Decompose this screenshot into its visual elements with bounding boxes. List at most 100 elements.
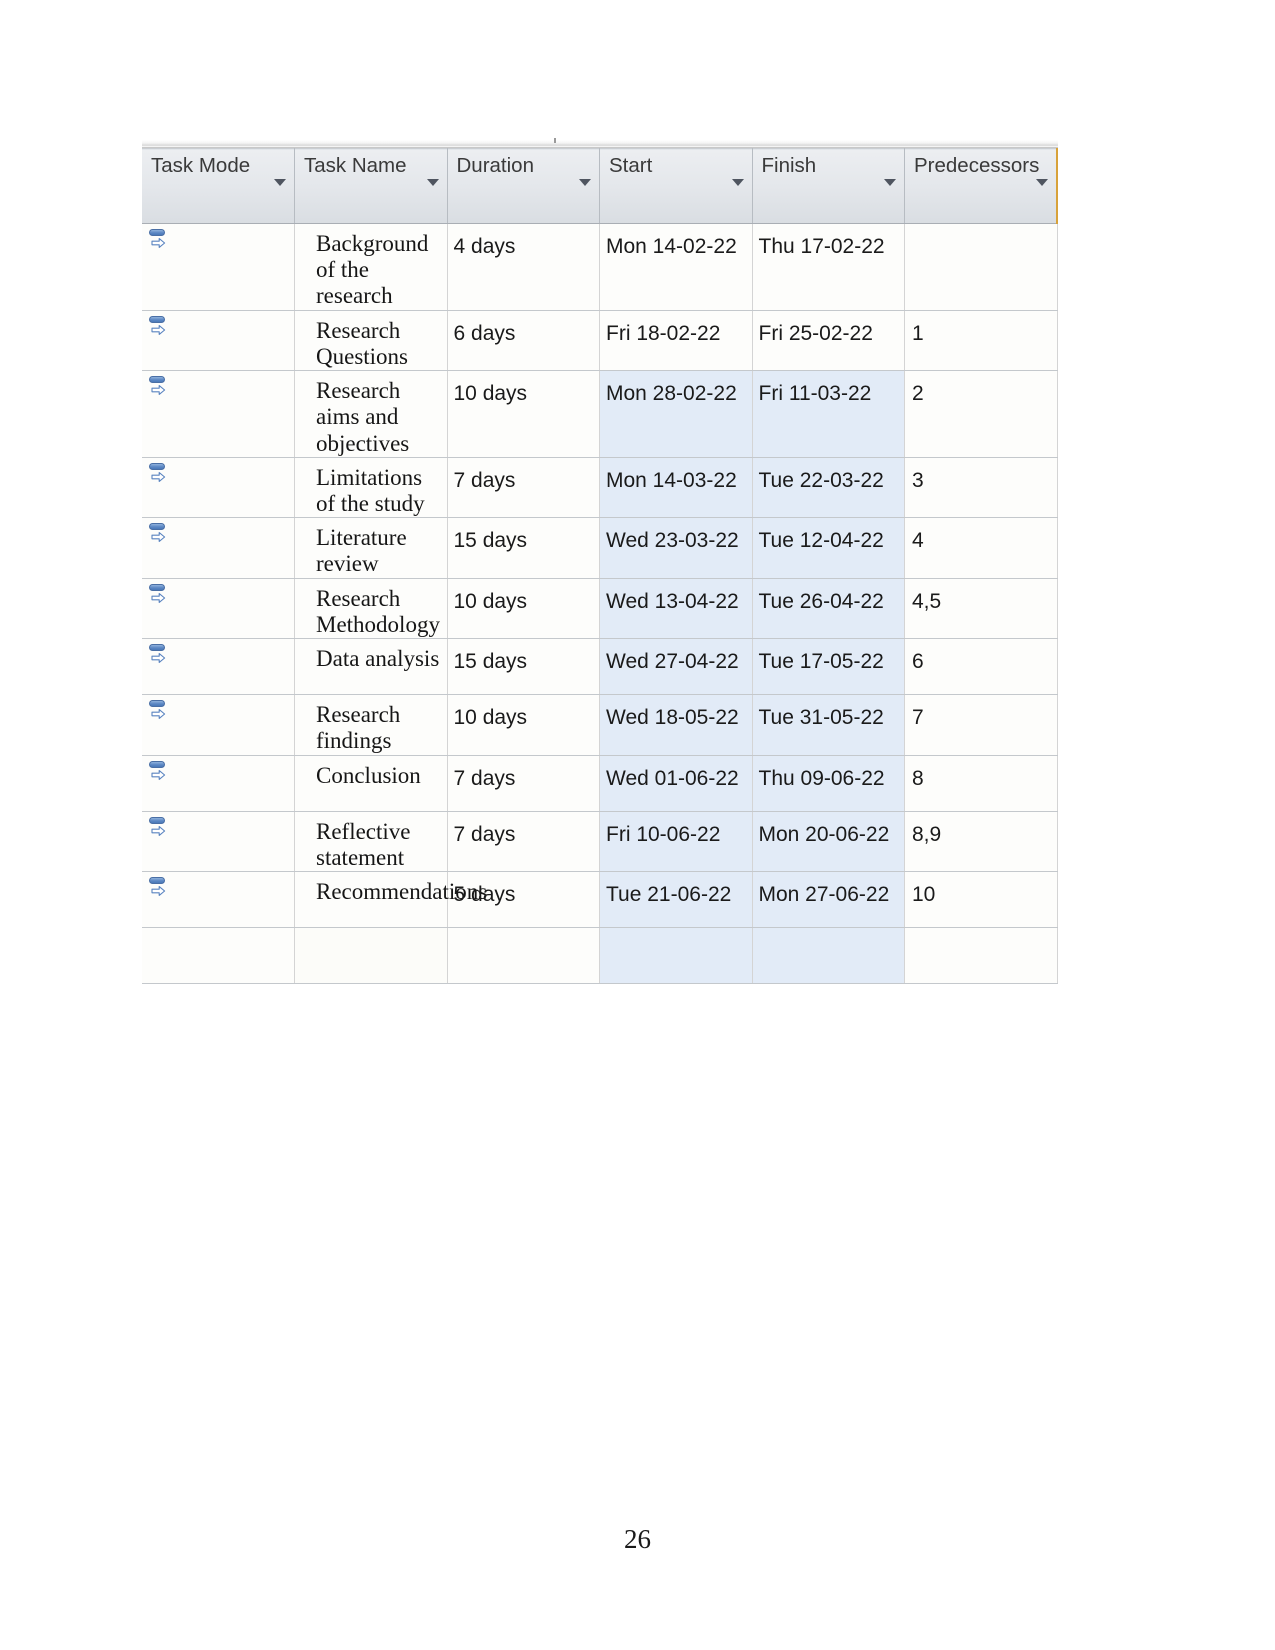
manually-scheduled-icon-arrow xyxy=(151,238,166,248)
cell-finish[interactable]: Mon 20-06-22 xyxy=(752,811,905,872)
cell-task-mode[interactable] xyxy=(142,871,295,928)
table-row[interactable]: Research Methodology 10 days Wed 13-04-22 T… xyxy=(142,578,1058,640)
manually-scheduled-icon xyxy=(148,522,170,544)
cell-task-mode[interactable] xyxy=(142,517,295,579)
table-row[interactable]: Conclusion 7 days Wed 01-06-22 Thu 09-06-22… xyxy=(142,755,1058,812)
table-row[interactable]: Background of the research 4 days Mon 14-0… xyxy=(142,223,1058,311)
cell-finish[interactable]: Fri 25-02-22 xyxy=(752,310,905,372)
column-header-task-name[interactable]: Task Name xyxy=(294,148,448,224)
cell-start[interactable]: Wed 27-04-22 xyxy=(599,638,753,696)
cell-finish[interactable]: Tue 26-04-22 xyxy=(752,578,905,640)
cell-finish[interactable] xyxy=(752,927,905,984)
manually-scheduled-icon-arrow xyxy=(151,769,166,780)
column-header-predecessors[interactable]: Predecessors xyxy=(904,148,1058,224)
cell-duration[interactable]: 10 days xyxy=(447,578,600,640)
cell-finish[interactable]: Tue 12-04-22 xyxy=(752,517,905,579)
cell-predecessors[interactable]: 7 xyxy=(904,694,1058,756)
filter-arrow-icon[interactable] xyxy=(731,179,744,186)
cell-predecessors[interactable]: 4 xyxy=(904,517,1058,579)
cell-duration[interactable]: 10 days xyxy=(447,694,600,756)
cell-duration[interactable]: 6 days xyxy=(447,310,600,372)
cell-task-name[interactable]: Recommendations xyxy=(294,871,487,928)
cell-start[interactable]: Wed 23-03-22 xyxy=(599,517,753,579)
cell-task-name[interactable]: Research aims and objectives xyxy=(294,370,448,458)
cell-start[interactable]: Wed 01-06-22 xyxy=(599,755,753,812)
table-row[interactable]: Recommendations 5 days Tue 21-06-22 Mon 27-… xyxy=(142,871,1058,928)
cell-task-name[interactable]: Limitations of the study xyxy=(294,457,448,519)
cell-predecessors[interactable] xyxy=(904,223,1058,311)
cell-predecessors[interactable]: 1 xyxy=(904,310,1058,372)
cell-predecessors[interactable]: 10 xyxy=(904,871,1058,928)
filter-arrow-icon[interactable] xyxy=(884,179,896,186)
cell-predecessors[interactable] xyxy=(904,927,1058,984)
cell-task-mode[interactable] xyxy=(142,457,295,519)
cell-task-name[interactable]: Research findings xyxy=(294,694,448,756)
cell-start[interactable]: Mon 14-03-22 xyxy=(599,457,753,519)
cell-finish[interactable]: Tue 17-05-22 xyxy=(752,638,905,696)
filter-arrow-icon[interactable] xyxy=(579,179,591,186)
cell-task-name[interactable]: Data analysis xyxy=(294,638,448,696)
filter-arrow-icon[interactable] xyxy=(426,179,439,186)
table-row[interactable]: Reflective statement 7 days Fri 10-06-22 Mo… xyxy=(142,811,1058,872)
cell-task-mode[interactable] xyxy=(142,310,295,372)
cell-task-mode[interactable] xyxy=(142,223,295,311)
table-row[interactable]: Limitations of the study 7 days Mon 14-03-… xyxy=(142,457,1058,519)
cell-predecessors[interactable]: 6 xyxy=(904,638,1058,696)
cell-finish[interactable]: Tue 31-05-22 xyxy=(752,694,905,756)
cell-start[interactable]: Wed 18-05-22 xyxy=(599,694,753,756)
cell-duration[interactable]: 7 days xyxy=(447,811,600,872)
cell-start[interactable]: Mon 28-02-22 xyxy=(599,370,753,458)
cell-start[interactable]: Wed 13-04-22 xyxy=(599,578,753,640)
cell-start[interactable]: Mon 14-02-22 xyxy=(599,223,753,311)
cell-predecessors[interactable]: 2 xyxy=(904,370,1058,458)
cell-task-name[interactable]: Research Questions xyxy=(294,310,448,372)
cell-task-name[interactable]: Reflective statement xyxy=(294,811,448,872)
cell-task-name[interactable]: Research Methodology xyxy=(294,578,448,640)
cell-task-name[interactable] xyxy=(294,927,448,984)
cell-duration[interactable]: 7 days xyxy=(447,755,600,812)
cell-task-name[interactable]: Conclusion xyxy=(294,755,448,812)
cell-task-mode[interactable] xyxy=(142,755,295,812)
cell-finish[interactable]: Fri 11-03-22 xyxy=(752,370,905,458)
table-row[interactable]: Research Questions 6 days Fri 18-02-22 Fri … xyxy=(142,310,1058,372)
column-header-duration[interactable]: Duration xyxy=(447,148,600,224)
cell-task-mode[interactable] xyxy=(142,578,295,640)
cell-predecessors[interactable]: 3 xyxy=(904,457,1058,519)
column-header-finish[interactable]: Finish xyxy=(752,148,905,224)
project-schedule-grid: Task Mode Task Name Duration Start Finis… xyxy=(142,138,1058,984)
cell-duration[interactable]: 4 days xyxy=(447,223,600,311)
column-header-task-mode[interactable]: Task Mode xyxy=(142,148,295,224)
column-header-start[interactable]: Start xyxy=(599,148,753,224)
cell-start[interactable]: Fri 18-02-22 xyxy=(599,310,753,372)
table-row[interactable]: Data analysis 15 days Wed 27-04-22 Tue 17-0… xyxy=(142,638,1058,696)
table-row[interactable]: Research aims and objectives 10 days Mon 2… xyxy=(142,370,1058,458)
cell-duration[interactable]: 15 days xyxy=(447,638,600,696)
cell-duration[interactable]: 10 days xyxy=(447,370,600,458)
table-row[interactable]: Research findings 10 days Wed 18-05-22 Tue … xyxy=(142,694,1058,756)
cell-start[interactable]: Fri 10-06-22 xyxy=(599,811,753,872)
cell-task-mode[interactable] xyxy=(142,370,295,458)
cell-task-mode[interactable] xyxy=(142,811,295,872)
cell-duration[interactable]: 15 days xyxy=(447,517,600,579)
cell-finish[interactable]: Thu 09-06-22 xyxy=(752,755,905,812)
table-row[interactable]: Literature review 15 days Wed 23-03-22 Tue … xyxy=(142,517,1058,579)
cell-task-name[interactable]: Background of the research xyxy=(294,223,448,311)
cell-task-mode[interactable] xyxy=(142,638,295,696)
cell-task-name[interactable]: Literature review xyxy=(294,517,448,579)
filter-arrow-icon[interactable] xyxy=(1036,179,1048,186)
filter-arrow-icon[interactable] xyxy=(274,179,286,186)
cell-start[interactable] xyxy=(599,927,753,984)
cell-predecessors[interactable]: 8,9 xyxy=(904,811,1058,872)
cell-predecessors[interactable]: 4,5 xyxy=(904,578,1058,640)
cell-start[interactable]: Tue 21-06-22 xyxy=(599,871,753,928)
table-row[interactable] xyxy=(142,927,1058,984)
cell-finish[interactable]: Tue 22-03-22 xyxy=(752,457,905,519)
cell-predecessors[interactable]: 8 xyxy=(904,755,1058,812)
cell-duration[interactable]: 7 days xyxy=(447,457,600,519)
cell-task-mode[interactable] xyxy=(142,927,295,984)
cell-duration[interactable] xyxy=(447,927,600,984)
cell-finish[interactable]: Mon 27-06-22 xyxy=(752,871,905,928)
cell-task-mode[interactable] xyxy=(142,694,295,756)
split-bar-handle[interactable] xyxy=(554,138,556,143)
cell-finish[interactable]: Thu 17-02-22 xyxy=(752,223,905,311)
